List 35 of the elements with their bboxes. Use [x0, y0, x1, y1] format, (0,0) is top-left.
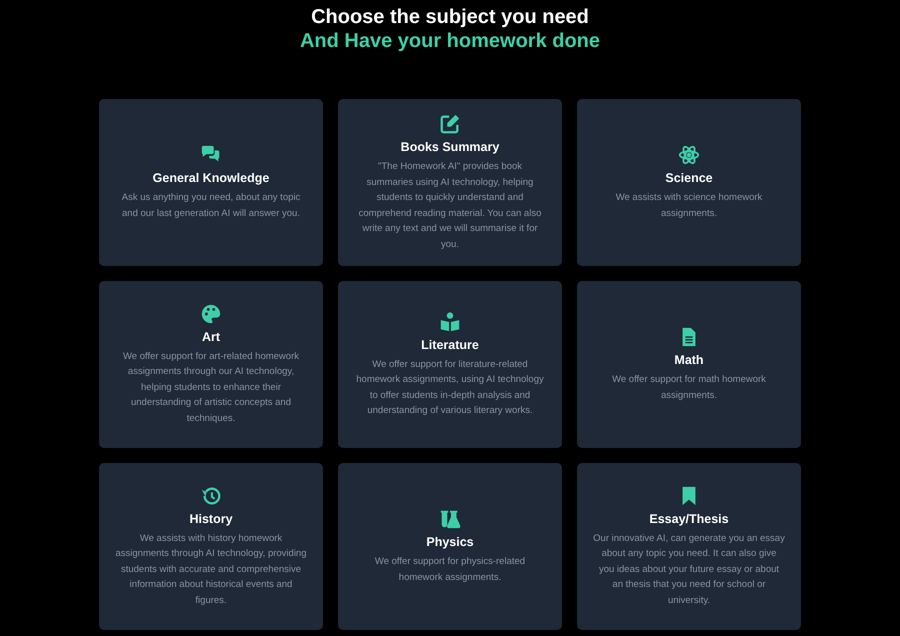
subject-card[interactable]: Literature We offer support for literature-related homework assignments, using AI technology to offer students in-depth analysis and understanding of various literary works.: [338, 281, 562, 448]
card-title: History: [189, 510, 233, 528]
card-description: Ask us anything you need, about any topic and our last generation AI will answer you.: [120, 191, 302, 220]
atom-icon: [678, 144, 700, 166]
card-title: Math: [674, 352, 704, 369]
subject-card[interactable]: Essay/Thesis Our innovative AI, can generate you an essay about any topic you need. It can also give you ideas about your future essay or about an thesis that you need for school or university.: [577, 463, 801, 630]
card-description: We offer support for literature-related homework assignments, using AI technology to offer students in-depth analysis and understanding of various literary works.: [355, 358, 545, 418]
card-title: General Knowledge: [152, 170, 270, 187]
subject-card[interactable]: Science We assists with science homework assignments.: [577, 99, 801, 266]
card-description: "The Homework AI" provides book summaries using AI technology, helping students to quickly understand and comprehend reading material. You can also write any text and we will summarise it for you.: [358, 160, 542, 252]
card-title: Essay/Thesis: [649, 510, 729, 528]
edit-icon: [439, 113, 461, 135]
reading-person-icon: [439, 310, 461, 332]
card-description: We assists with science homework assignments.: [614, 191, 764, 220]
card-description: Our innovative AI, can generate you an essay about any topic you need. It can also give you ideas about your future essay or about an thesis that you need for school or university.: [593, 532, 785, 608]
subject-card[interactable]: History We assists with history homework assignments through AI technology, providing students with accurate and comprehensive information about historical events and figures.: [99, 463, 323, 630]
card-description: We offer support for physics-related homework assignments.: [374, 555, 526, 584]
subject-card[interactable]: [338, 99, 562, 266]
subject-card[interactable]: Math We offer support for math homework assignments.: [577, 281, 801, 448]
card-description: We offer support for art-related homework assignments through our AI technology, helping students to enhance their understanding of artistic concepts and techniques.: [122, 350, 300, 426]
palette-icon: [200, 302, 222, 325]
page-title: Choose the subject you need: [311, 5, 589, 29]
card-description: We offer support for math homework assignments.: [611, 373, 767, 402]
card-title: Literature: [421, 336, 479, 354]
card-title: Art: [202, 328, 220, 346]
page-subtitle: And Have your homework done: [300, 29, 600, 53]
card-title: Science: [665, 170, 713, 187]
subject-card[interactable]: Physics We offer support for physics-related homework assignments.: [338, 463, 562, 630]
card-title: Physics: [426, 534, 474, 551]
lab-flasks-icon: [439, 508, 461, 530]
card-title: Books Summary: [400, 139, 500, 156]
history-clock-icon: [200, 484, 222, 507]
subject-card[interactable]: Art We offer support for art-related homework assignments through our AI technology, helping students to enhance their understanding of artistic concepts and techniques.: [99, 281, 323, 448]
subject-card[interactable]: General Knowledge Ask us anything you need, about any topic and our last generation AI will answer you.: [99, 99, 323, 266]
card-description: We assists with history homework assignments through AI technology, providing students with accurate and comprehensive information about historical events and figures.: [115, 532, 307, 608]
